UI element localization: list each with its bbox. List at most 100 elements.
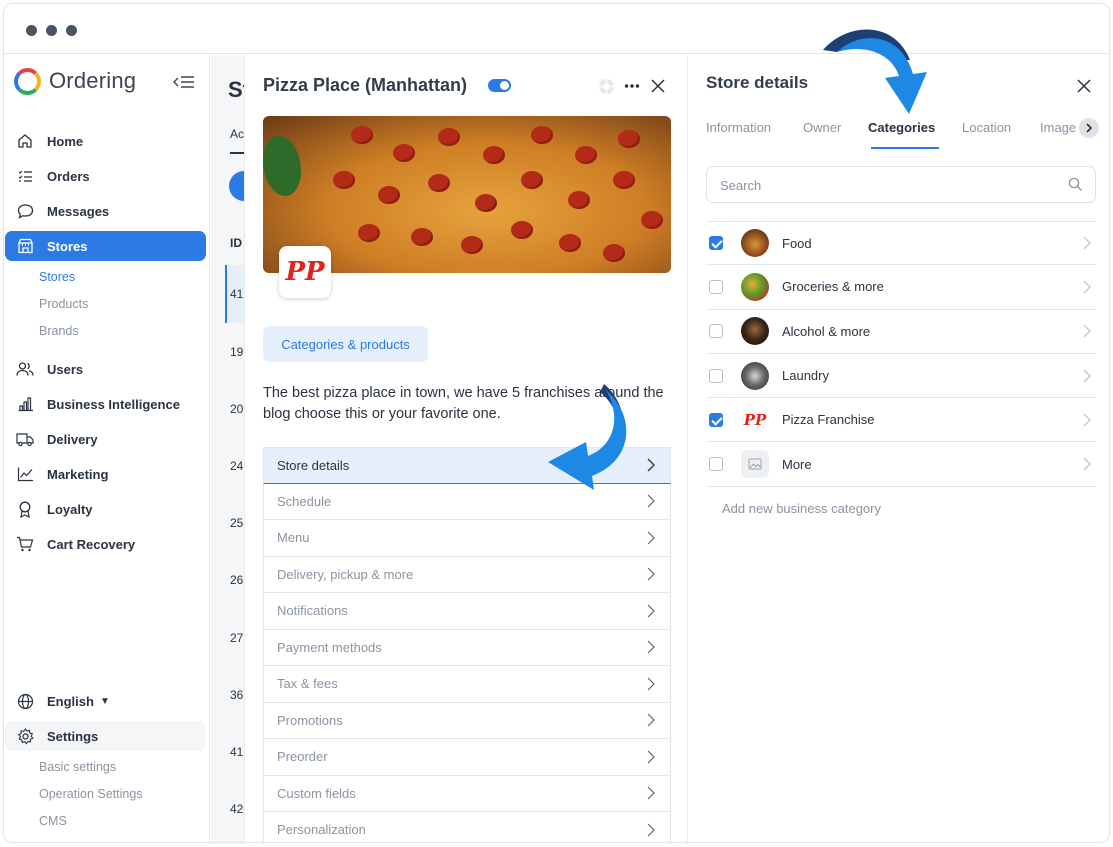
menu-item-payment-methods[interactable]: Payment methods — [263, 629, 671, 666]
collapse-sidebar-icon[interactable] — [172, 74, 196, 90]
menu-item-custom-fields[interactable]: Custom fields — [263, 775, 671, 812]
truck-icon — [16, 430, 34, 448]
window-dot-icon[interactable] — [66, 25, 77, 36]
menu-item-personalization[interactable]: Personalization — [263, 812, 671, 842]
category-row-laundry[interactable]: Laundry — [706, 354, 1096, 399]
category-row-food[interactable]: Food — [706, 221, 1096, 266]
sidebar-item-label: Stores — [47, 238, 88, 254]
menu-item-promotions[interactable]: Promotions — [263, 702, 671, 739]
category-checkbox[interactable] — [709, 368, 723, 383]
window-dot-icon[interactable] — [26, 25, 37, 36]
store-enabled-toggle[interactable] — [488, 79, 511, 92]
category-label: Pizza Franchise — [782, 412, 875, 428]
sidebar-subitem-products[interactable]: Products — [39, 297, 88, 311]
store-details-panel: Store details Information Owner Categori… — [689, 55, 1109, 842]
sidebar-item-marketing[interactable]: Marketing — [5, 459, 206, 489]
store-description: The best pizza place in town, we have 5 … — [263, 385, 664, 422]
table-row-id[interactable]: 26 — [230, 573, 243, 587]
table-row-id[interactable]: 20 — [230, 402, 243, 416]
sidebar: Ordering Home Orders Messages Stores Sto… — [4, 55, 210, 842]
sidebar-subitem-stores[interactable]: Stores — [39, 270, 75, 284]
table-row-id[interactable]: 36 — [230, 688, 243, 702]
sidebar-item-orders[interactable]: Orders — [5, 161, 206, 191]
chevron-right-icon — [647, 604, 655, 618]
chevron-right-icon — [647, 458, 655, 472]
table-row-id[interactable]: 19 — [230, 345, 243, 359]
category-list: Food Groceries & more Alcohol & more Lau… — [706, 221, 1096, 487]
sidebar-item-cart-recovery[interactable]: Cart Recovery — [5, 529, 206, 559]
category-search-input[interactable]: Search — [706, 166, 1096, 203]
window-dot-icon[interactable] — [46, 25, 57, 36]
sidebar-item-home[interactable]: Home — [5, 126, 206, 156]
menu-item-store-details[interactable]: Store details — [263, 447, 671, 484]
store-name: Pizza Place (Manhattan) — [263, 75, 468, 95]
menu-item-preorder[interactable]: Preorder — [263, 739, 671, 776]
language-selector[interactable]: English ▼ — [5, 686, 206, 716]
category-row-pizza-franchise[interactable]: PP Pizza Franchise — [706, 398, 1096, 443]
menu-item-tax-fees[interactable]: Tax & fees — [263, 666, 671, 703]
sidebar-item-label: Messages — [47, 203, 110, 219]
menu-item-label: Delivery, pickup & more — [277, 566, 414, 582]
sidebar-item-stores[interactable]: Stores — [5, 231, 206, 261]
logo-text: Ordering — [49, 68, 137, 93]
sidebar-subitem-basic-settings[interactable]: Basic settings — [39, 760, 116, 774]
chevron-right-icon — [647, 713, 655, 727]
store-icon — [16, 237, 34, 255]
tab-information[interactable]: Information — [706, 120, 771, 135]
tab-owner[interactable]: Owner — [803, 120, 841, 135]
sidebar-item-messages[interactable]: Messages — [5, 196, 206, 226]
store-panel: Pizza Place (Manhattan) PP Categories & … — [244, 55, 688, 842]
sidebar-item-business-intelligence[interactable]: Business Intelligence — [5, 389, 206, 419]
trend-icon — [16, 465, 34, 483]
close-icon[interactable] — [649, 77, 667, 95]
sidebar-item-label: Delivery — [47, 431, 98, 447]
category-row-alcohol[interactable]: Alcohol & more — [706, 310, 1096, 354]
cart-icon — [16, 535, 34, 553]
tab-categories[interactable]: Categories — [868, 120, 935, 135]
category-row-more[interactable]: More — [706, 442, 1096, 487]
sidebar-item-label: Users — [47, 361, 84, 377]
category-checkbox[interactable] — [709, 412, 723, 427]
categories-products-button[interactable]: Categories & products — [263, 326, 428, 362]
tabs-next-button[interactable] — [1079, 118, 1099, 138]
sidebar-item-label: Home — [47, 133, 84, 149]
chevron-right-icon — [647, 750, 655, 764]
sidebar-subitem-operation-settings[interactable]: Operation Settings — [39, 787, 143, 801]
table-row-id[interactable]: 24 — [230, 459, 243, 473]
more-options-icon[interactable] — [623, 77, 641, 95]
menu-item-label: Promotions — [277, 712, 343, 728]
menu-item-menu[interactable]: Menu — [263, 520, 671, 557]
sidebar-item-users[interactable]: Users — [5, 354, 206, 384]
sidebar-item-delivery[interactable]: Delivery — [5, 424, 206, 454]
menu-item-schedule[interactable]: Schedule — [263, 483, 671, 520]
menu-item-notifications[interactable]: Notifications — [263, 593, 671, 630]
category-checkbox[interactable] — [709, 279, 723, 294]
sidebar-item-label: Orders — [47, 168, 90, 184]
tab-location[interactable]: Location — [962, 120, 1011, 135]
language-label: English — [47, 693, 94, 709]
sidebar-subitem-cms[interactable]: CMS — [39, 814, 67, 828]
award-icon — [16, 500, 34, 518]
store-menu: Store details Schedule Menu Delivery, pi… — [263, 447, 671, 842]
close-icon[interactable] — [1075, 77, 1093, 95]
tab-image[interactable]: Image — [1040, 120, 1080, 135]
menu-item-delivery-pickup[interactable]: Delivery, pickup & more — [263, 556, 671, 593]
help-lifebuoy-icon[interactable] — [598, 78, 615, 95]
category-checkbox[interactable] — [709, 457, 723, 472]
category-row-groceries[interactable]: Groceries & more — [706, 265, 1096, 310]
image-placeholder-icon — [741, 450, 769, 479]
category-label: Groceries & more — [782, 279, 884, 295]
table-row-id[interactable]: 27 — [230, 631, 243, 645]
category-checkbox[interactable] — [709, 236, 723, 251]
sidebar-item-loyalty[interactable]: Loyalty — [5, 494, 206, 524]
menu-item-label: Menu — [277, 530, 310, 546]
category-checkbox[interactable] — [709, 324, 723, 339]
sidebar-item-settings[interactable]: Settings — [5, 721, 206, 751]
basil-leaf — [263, 136, 301, 196]
add-business-category-link[interactable]: Add new business category — [722, 501, 881, 516]
table-row-id[interactable]: 25 — [230, 516, 243, 530]
sidebar-subitem-brands[interactable]: Brands — [39, 324, 79, 338]
category-groceries-image — [741, 272, 769, 301]
search-placeholder: Search — [720, 178, 762, 193]
caret-down-icon: ▼ — [99, 695, 110, 707]
